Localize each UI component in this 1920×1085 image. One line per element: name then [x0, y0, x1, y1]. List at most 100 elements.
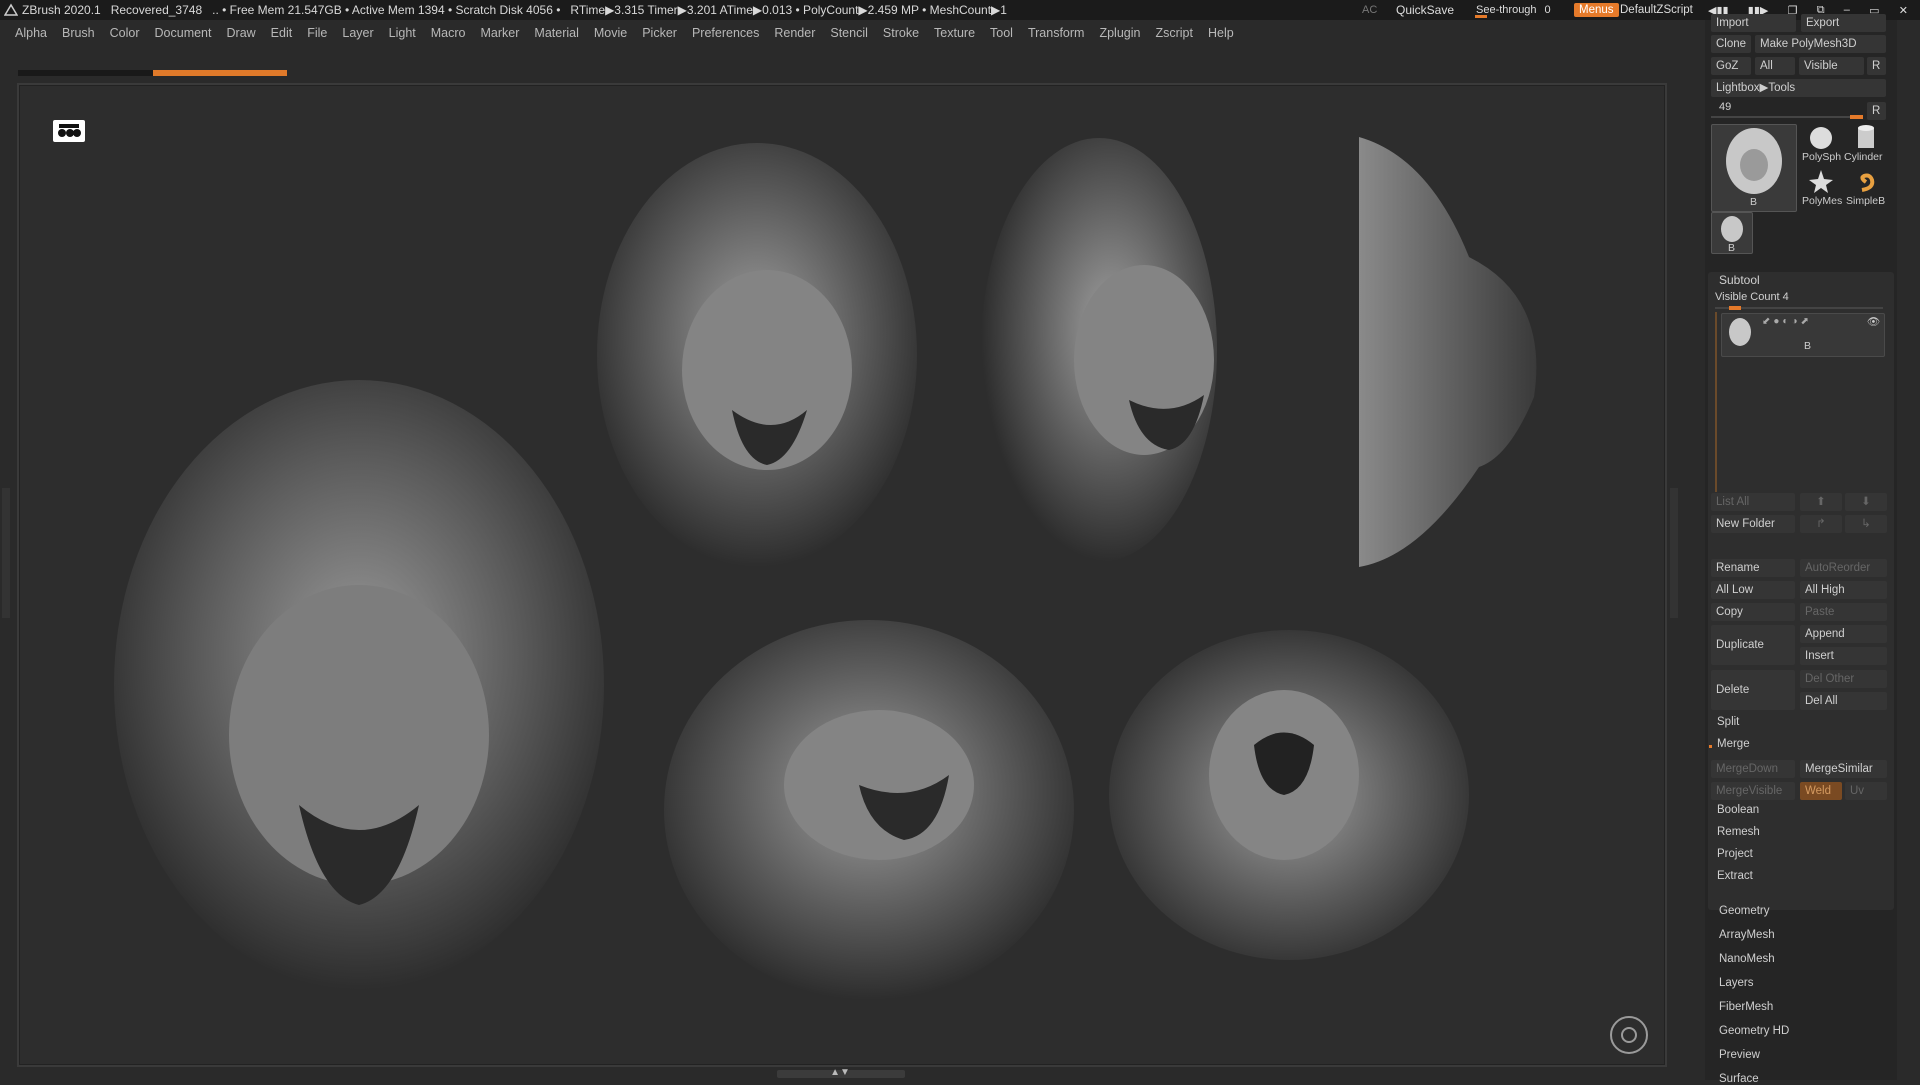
ac-label[interactable]: AC: [1362, 0, 1377, 20]
active-tool-thumbnail[interactable]: B: [1711, 124, 1797, 212]
tool-slider-track[interactable]: [1711, 116, 1863, 118]
import-button[interactable]: Import: [1711, 14, 1796, 32]
menu-brush[interactable]: Brush: [62, 26, 95, 40]
paste-button[interactable]: Paste: [1800, 603, 1887, 621]
insert-button[interactable]: Insert: [1800, 647, 1887, 665]
menu-zscript[interactable]: Zscript: [1155, 26, 1193, 40]
subtool-header[interactable]: Subtool: [1719, 273, 1760, 287]
main-menubar: Alpha Brush Color Document Draw Edit Fil…: [0, 20, 1700, 46]
menu-edit[interactable]: Edit: [271, 26, 293, 40]
boolean-subpalette[interactable]: Boolean: [1717, 804, 1759, 816]
navigation-gizmo-icon[interactable]: [1610, 1016, 1648, 1054]
split-subpalette[interactable]: Split: [1717, 716, 1739, 728]
arrow-down-right-icon[interactable]: ↳: [1845, 515, 1887, 533]
menus-toggle[interactable]: Menus: [1574, 0, 1619, 20]
document-canvas[interactable]: [17, 83, 1667, 1067]
goz-r-button[interactable]: R: [1867, 57, 1886, 75]
merge-down-button[interactable]: MergeDown: [1711, 760, 1795, 778]
merge-visible-button[interactable]: MergeVisible: [1711, 782, 1795, 800]
cylinder-tool[interactable]: Cylinder: [1844, 124, 1888, 164]
duplicate-button[interactable]: Duplicate: [1711, 625, 1795, 665]
menu-marker[interactable]: Marker: [481, 26, 520, 40]
arrow-up-right-icon[interactable]: ↱: [1800, 515, 1842, 533]
nanomesh-subpalette[interactable]: NanoMesh: [1719, 953, 1775, 965]
goz-all-button[interactable]: All: [1755, 57, 1795, 75]
polymesh-star-tool[interactable]: PolyMes: [1800, 168, 1842, 208]
geometry-hd-subpalette[interactable]: Geometry HD: [1719, 1025, 1789, 1037]
menu-preferences[interactable]: Preferences: [692, 26, 759, 40]
all-low-button[interactable]: All Low: [1711, 581, 1795, 599]
menu-stroke[interactable]: Stroke: [883, 26, 919, 40]
menu-file[interactable]: File: [307, 26, 327, 40]
quicksave-button[interactable]: QuickSave: [1396, 0, 1454, 20]
lion-sculpt-side: [1359, 137, 1537, 567]
layers-subpalette[interactable]: Layers: [1719, 977, 1754, 989]
surface-subpalette[interactable]: Surface: [1719, 1073, 1759, 1085]
del-all-button[interactable]: Del All: [1800, 692, 1887, 710]
arraymesh-subpalette[interactable]: ArrayMesh: [1719, 929, 1775, 941]
clone-button[interactable]: Clone: [1711, 35, 1751, 53]
all-high-button[interactable]: All High: [1800, 581, 1887, 599]
move-up-icon[interactable]: ⬆: [1800, 493, 1842, 511]
merge-similar-button[interactable]: MergeSimilar: [1800, 760, 1887, 778]
visible-count-label: Visible Count 4: [1715, 291, 1789, 303]
menu-material[interactable]: Material: [534, 26, 578, 40]
append-button[interactable]: Append: [1800, 625, 1887, 643]
subtool-toggles-icon[interactable]: ⬋●◐◑⬈: [1762, 316, 1812, 327]
list-all-button[interactable]: List All: [1711, 493, 1795, 511]
right-tray-toggle[interactable]: [1670, 488, 1678, 618]
new-folder-button[interactable]: New Folder: [1711, 515, 1795, 533]
merge-subpalette[interactable]: Merge: [1717, 738, 1750, 750]
del-other-button[interactable]: Del Other: [1800, 670, 1887, 688]
menu-texture[interactable]: Texture: [934, 26, 975, 40]
menu-light[interactable]: Light: [389, 26, 416, 40]
project-subpalette[interactable]: Project: [1717, 848, 1753, 860]
tool-slider-fill: [1850, 115, 1863, 119]
menu-draw[interactable]: Draw: [227, 26, 256, 40]
export-button[interactable]: Export: [1801, 14, 1886, 32]
default-zscript-button[interactable]: DefaultZScript: [1620, 0, 1693, 20]
fibermesh-subpalette[interactable]: FiberMesh: [1719, 1001, 1773, 1013]
copy-button[interactable]: Copy: [1711, 603, 1795, 621]
menu-color[interactable]: Color: [110, 26, 140, 40]
tool-r-button[interactable]: R: [1867, 102, 1886, 120]
menu-layer[interactable]: Layer: [342, 26, 373, 40]
delete-button[interactable]: Delete: [1711, 670, 1795, 710]
menu-alpha[interactable]: Alpha: [15, 26, 47, 40]
lion-small-thumbnail-icon: [1721, 216, 1743, 242]
menu-stencil[interactable]: Stencil: [830, 26, 868, 40]
menu-document[interactable]: Document: [155, 26, 212, 40]
camera-view-icon[interactable]: [53, 120, 85, 142]
simple-brush-tool[interactable]: SimpleB: [1844, 168, 1888, 208]
auto-reorder-button[interactable]: AutoReorder: [1800, 559, 1887, 577]
eye-icon[interactable]: 👁: [1867, 315, 1880, 328]
menu-tool[interactable]: Tool: [990, 26, 1013, 40]
see-through-slider[interactable]: See-through 0: [1476, 0, 1566, 20]
move-down-icon[interactable]: ⬇: [1845, 493, 1887, 511]
menu-zplugin[interactable]: Zplugin: [1099, 26, 1140, 40]
polysphere-tool[interactable]: PolySph: [1800, 124, 1842, 164]
menu-help[interactable]: Help: [1208, 26, 1234, 40]
uv-toggle[interactable]: Uv: [1845, 782, 1887, 800]
menu-movie[interactable]: Movie: [594, 26, 627, 40]
left-tray-toggle[interactable]: [2, 488, 10, 618]
weld-toggle[interactable]: Weld: [1800, 782, 1842, 800]
lightbox-tools-button[interactable]: Lightbox▶Tools: [1711, 79, 1886, 97]
menu-picker[interactable]: Picker: [642, 26, 677, 40]
expand-bottom-icon[interactable]: ▲▼: [830, 1067, 850, 1079]
preview-subpalette[interactable]: Preview: [1719, 1049, 1760, 1061]
recent-tool-thumbnail[interactable]: B: [1711, 212, 1753, 254]
menu-transform[interactable]: Transform: [1028, 26, 1085, 40]
subtool-list-scrollbar[interactable]: [1715, 312, 1717, 492]
make-polymesh-button[interactable]: Make PolyMesh3D: [1755, 35, 1886, 53]
goz-button[interactable]: GoZ: [1711, 57, 1751, 75]
close-icon[interactable]: ✕: [1899, 4, 1908, 17]
goz-visible-button[interactable]: Visible: [1799, 57, 1864, 75]
subtool-item[interactable]: ⬋●◐◑⬈ 👁 B: [1721, 313, 1885, 357]
menu-macro[interactable]: Macro: [431, 26, 466, 40]
remesh-subpalette[interactable]: Remesh: [1717, 826, 1760, 838]
extract-subpalette[interactable]: Extract: [1717, 870, 1753, 882]
geometry-subpalette[interactable]: Geometry: [1719, 905, 1770, 917]
rename-button[interactable]: Rename: [1711, 559, 1795, 577]
menu-render[interactable]: Render: [774, 26, 815, 40]
